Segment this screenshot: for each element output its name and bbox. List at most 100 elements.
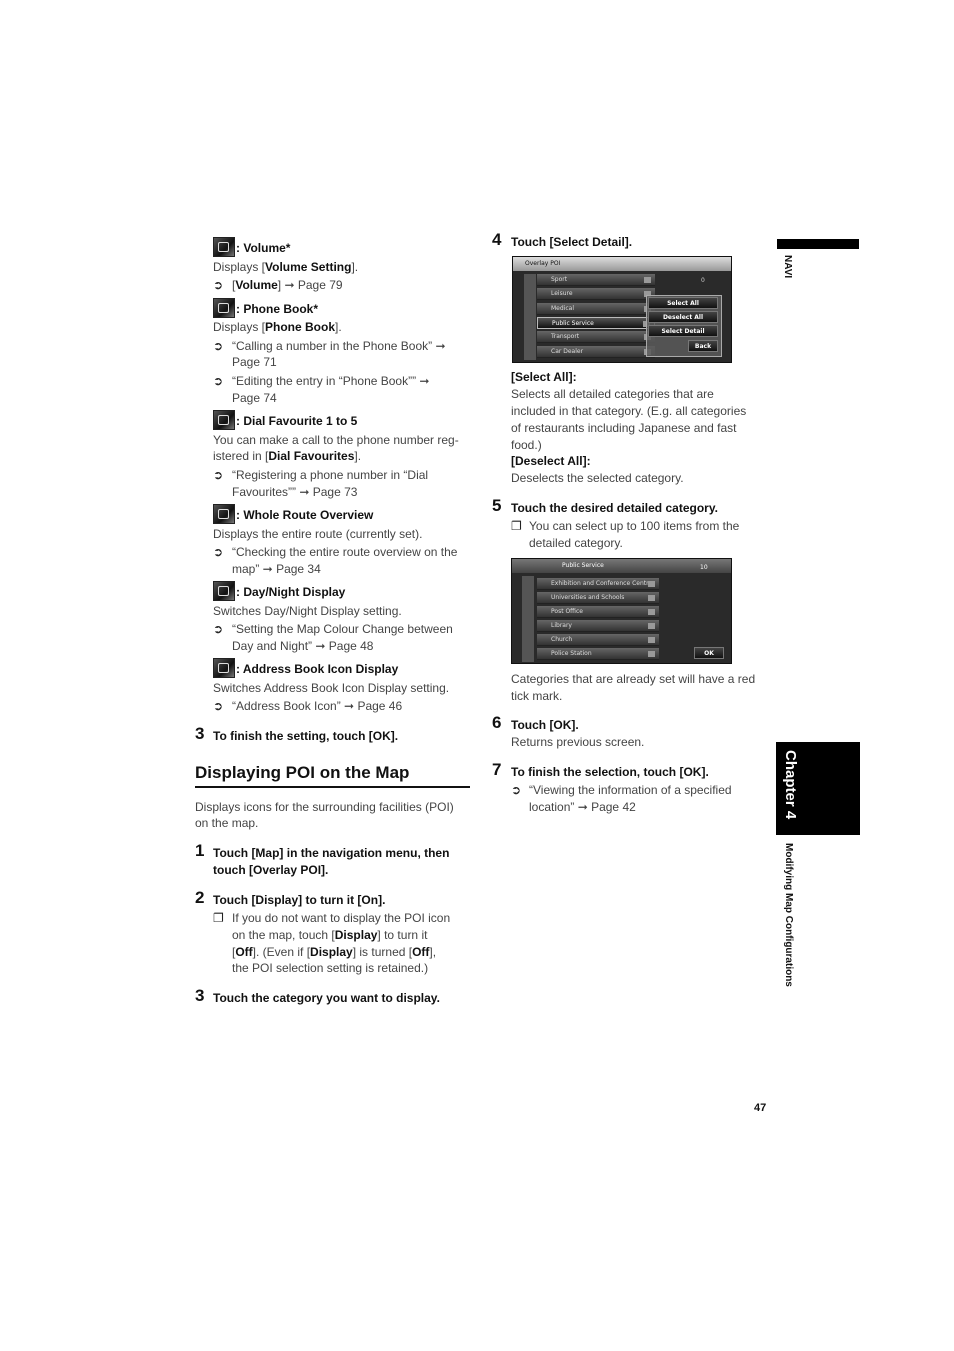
category-label: Car Dealer: [551, 347, 584, 355]
body-text: on the map, touch [Display] to turn it: [232, 927, 427, 943]
text-segment: food.): [511, 438, 542, 452]
step-text: Touch [Display] to turn it [On].: [213, 892, 385, 908]
step-number: 6: [492, 713, 502, 732]
text-segment: : Day/Night Display: [236, 585, 346, 599]
reference-arrow-icon: ➲: [213, 468, 224, 482]
category-label: Leisure: [551, 290, 573, 298]
navi-tab: NAVI: [782, 255, 793, 279]
checkbox-icon: [648, 637, 655, 643]
text-segment: “Viewing the information of a specified: [529, 783, 732, 797]
text-segment: : Phone Book*: [236, 302, 319, 316]
body-text: Returns previous screen.: [511, 734, 644, 750]
feature-heading: : Address Book Icon Display: [213, 658, 399, 678]
text-segment: “Address Book Icon” ➞ Page 46: [232, 699, 403, 713]
detail-category-row: Universities and Schools: [537, 592, 659, 604]
category-row: Public Service: [537, 316, 655, 329]
text-segment: Off: [235, 945, 253, 959]
step-text: To finish the selection, touch [OK].: [511, 764, 709, 780]
body-text: Selects all detailed categories that are: [511, 386, 714, 402]
feature-heading: : Volume*: [213, 237, 290, 257]
text-segment: : Dial Favourite 1 to 5: [236, 414, 358, 428]
chapter-title: Modifying Map Configurations: [783, 843, 794, 987]
text-segment: Day and Night” ➞ Page 48: [232, 639, 374, 653]
step-number: 3: [195, 986, 205, 1005]
text-segment: ] to turn it: [377, 928, 428, 942]
category-label: Police Station: [551, 650, 592, 657]
category-label: Exhibition and Conference Centre: [551, 580, 653, 587]
text-segment: To finish the setting, touch [OK].: [213, 729, 399, 743]
ok-button: OK: [694, 647, 724, 659]
step-text: touch [Overlay POI].: [213, 862, 328, 878]
text-segment: : Address Book Icon Display: [236, 662, 399, 676]
back-button: Back: [688, 340, 718, 352]
screen-title: Overlay POI: [513, 257, 731, 271]
detail-category-row: Exhibition and Conference Centre: [537, 578, 659, 590]
text-segment: ] ➞ Page 79: [277, 278, 343, 292]
reference-arrow-icon: ➲: [213, 374, 224, 388]
feature-heading: : Phone Book*: [213, 298, 319, 318]
body-text: [Off]. (Even if [Display] is turned [Off…: [232, 944, 436, 960]
body-text: [Deselect All]:: [511, 453, 591, 469]
body-text: the POI selection setting is retained.): [232, 960, 428, 976]
text-segment: included in that category. (E.g. all cat…: [511, 404, 747, 418]
body-text: Switches Day/Night Display setting.: [213, 603, 402, 619]
text-segment: [Select All]:: [511, 370, 577, 384]
text-segment: Displays icons for the surrounding facil…: [195, 800, 454, 814]
cross-reference: “Checking the entire route overview on t…: [232, 544, 457, 560]
text-segment: Displays [: [213, 320, 266, 334]
feature-heading: : Whole Route Overview: [213, 504, 373, 524]
category-row: Medical: [537, 302, 655, 315]
detail-category-row: Library: [537, 620, 659, 632]
category-row: Transport: [537, 331, 655, 344]
cross-reference: “Calling a number in the Phone Book” ➞: [232, 338, 446, 354]
screen-count: 10: [700, 564, 708, 571]
select-all-button: Select All: [648, 297, 718, 309]
category-label: Church: [551, 636, 573, 643]
body-text: Day and Night” ➞ Page 48: [232, 638, 373, 654]
text-segment: ]. (Even if [: [252, 945, 311, 959]
text-segment: Favourites”” ➞ Page 73: [232, 485, 358, 499]
text-segment: istered in [: [213, 449, 269, 463]
text-segment: of restaurants including Japanese and fa…: [511, 421, 737, 435]
text-segment: Deselects the selected category.: [511, 471, 684, 485]
text-segment: You can make a call to the phone number …: [213, 433, 459, 447]
note-box-icon: ❐: [213, 911, 224, 925]
step-number: 7: [492, 760, 502, 779]
step-text: Touch the category you want to display.: [213, 990, 440, 1006]
text-segment: map” ➞ Page 34: [232, 562, 321, 576]
body-text: Switches Address Book Icon Display setti…: [213, 680, 449, 696]
text-segment: Displays [: [213, 260, 266, 274]
text-segment: detailed category.: [529, 536, 623, 550]
body-text: If you do not want to display the POI ic…: [232, 910, 450, 926]
text-segment: If you do not want to display the POI ic…: [232, 911, 451, 925]
reference-arrow-icon: ➲: [213, 278, 224, 292]
body-text: [Select All]:: [511, 369, 577, 385]
navi-tab-bar: [777, 239, 859, 249]
cross-reference: “Viewing the information of a specified: [529, 782, 732, 798]
section-title: Displaying POI on the Map: [195, 763, 410, 782]
category-row: Sport: [537, 274, 655, 286]
text-segment: tick mark.: [511, 689, 563, 703]
body-text: Page 74: [232, 390, 277, 406]
checkbox-icon: [644, 277, 651, 283]
text-segment: You can select up to 100 items from the: [529, 519, 740, 533]
checkbox-icon: [648, 651, 655, 657]
scrollbar: [524, 274, 536, 360]
body-text: location” ➞ Page 42: [529, 799, 636, 815]
body-text: Favourites”” ➞ Page 73: [232, 484, 357, 500]
step-number: 4: [492, 230, 502, 249]
text-segment: “Setting the Map Colour Change between: [232, 622, 453, 636]
text-segment: ].: [351, 260, 359, 274]
note-box-icon: ❐: [511, 519, 522, 533]
deselect-all-button: Deselect All: [648, 311, 718, 323]
body-text: of restaurants including Japanese and fa…: [511, 420, 736, 436]
text-segment: Touch [Select Detail].: [511, 235, 633, 249]
text-segment: Switches Address Book Icon Display setti…: [213, 681, 450, 695]
text-segment: Selects all detailed categories that are: [511, 387, 714, 401]
category-label: Public Service: [552, 319, 594, 327]
dial-favourite-icon: [213, 410, 235, 430]
step-number: 2: [195, 888, 205, 907]
body-text: Displays the entire route (currently set…: [213, 526, 422, 542]
text-segment: ].: [335, 320, 342, 334]
text-segment: on the map.: [195, 816, 259, 830]
